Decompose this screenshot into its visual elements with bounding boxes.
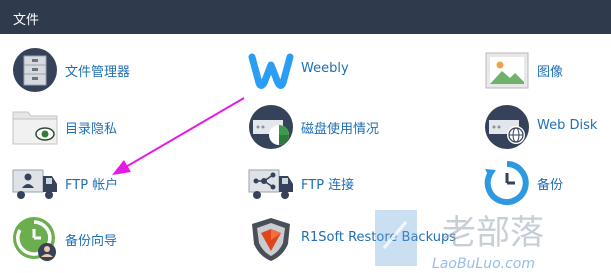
web-disk-icon (485, 105, 529, 149)
backup-wizard-link[interactable]: 备份向导 (12, 216, 212, 264)
section-header: 文件 (0, 0, 611, 34)
watermark-url: LaoBuLuo.com (432, 256, 535, 272)
folder-eye-icon (12, 111, 58, 145)
images-link[interactable]: 图像 (484, 47, 604, 95)
file-manager-link[interactable]: 文件管理器 (12, 47, 212, 95)
weebly-label: Weebly (301, 61, 349, 76)
file-manager-label: 文件管理器 (65, 65, 131, 80)
directory-privacy-label: 目录隐私 (65, 122, 118, 137)
backup-clock-icon (484, 161, 529, 205)
ftp-account-truck-icon (12, 169, 57, 199)
watermark-text: 老部落 (442, 213, 544, 253)
weebly-logo-icon (248, 53, 294, 89)
backup-label: 备份 (537, 178, 564, 193)
backup-wizard-icon (13, 217, 56, 261)
images-label: 图像 (537, 65, 564, 80)
ftp-connections-label: FTP 连接 (301, 178, 355, 193)
image-icon (485, 52, 529, 89)
disk-usage-label: 磁盘使用情况 (301, 122, 380, 137)
ftp-connection-truck-icon (248, 169, 293, 199)
laobuluo-watermark: 老部落 LaoBuLuo.com (375, 210, 544, 272)
backup-link[interactable]: 备份 (484, 160, 594, 208)
ftp-accounts-label: FTP 帐户 (65, 178, 119, 193)
directory-privacy-link[interactable]: 目录隐私 (12, 104, 212, 152)
file-cabinet-icon (13, 48, 57, 92)
web-disk-link[interactable]: Web Disk (484, 104, 609, 152)
disk-usage-icon (249, 105, 293, 149)
section-title: 文件 (13, 13, 40, 28)
backup-wizard-label: 备份向导 (65, 234, 118, 249)
ftp-accounts-link[interactable]: FTP 帐户 (12, 160, 212, 208)
r1soft-shield-icon (252, 218, 290, 261)
ftp-connections-link[interactable]: FTP 连接 (248, 160, 428, 208)
web-disk-label: Web Disk (537, 118, 598, 133)
weebly-link[interactable]: Weebly (248, 47, 408, 95)
disk-usage-link[interactable]: 磁盘使用情况 (248, 104, 428, 152)
